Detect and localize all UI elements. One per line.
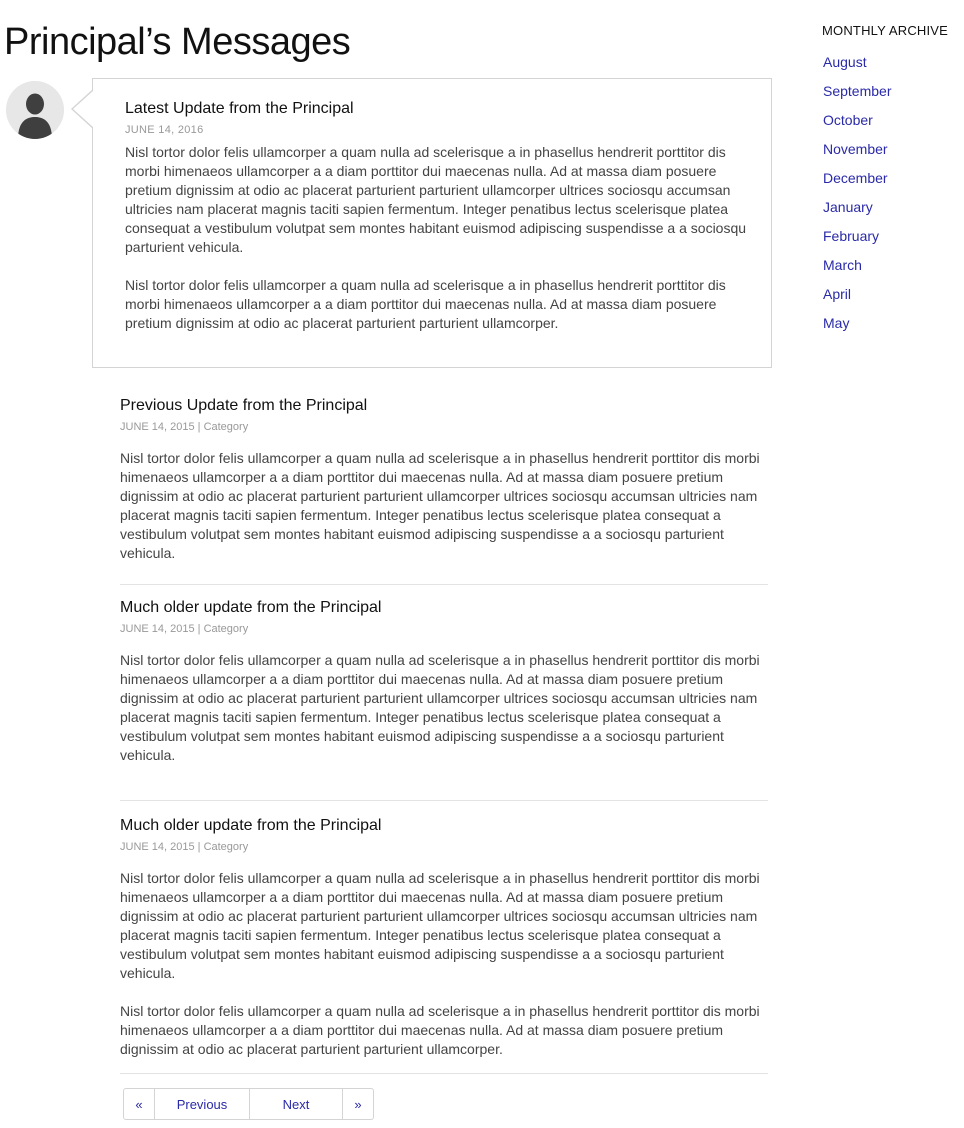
archive-link-october[interactable]: October bbox=[823, 111, 964, 140]
user-silhouette-icon bbox=[6, 81, 64, 139]
pagination: « Previous Next » bbox=[123, 1088, 374, 1120]
post-body: Nisl tortor dolor felis ullamcorper a qu… bbox=[120, 651, 768, 765]
post-body: Nisl tortor dolor felis ullamcorper a qu… bbox=[120, 449, 768, 563]
post-meta: JUNE 14, 2015 | Category bbox=[120, 841, 249, 853]
archive-title: MONTHLY ARCHIVE bbox=[822, 23, 949, 38]
post-title[interactable]: Much older update from the Principal bbox=[120, 598, 768, 618]
post-title[interactable]: Much older update from the Principal bbox=[120, 816, 768, 836]
featured-post-title[interactable]: Latest Update from the Principal bbox=[125, 99, 761, 119]
post-paragraph: Nisl tortor dolor felis ullamcorper a qu… bbox=[125, 277, 726, 331]
speech-bubble-pointer-fill bbox=[73, 90, 94, 128]
post-meta: JUNE 14, 2015 | Category bbox=[120, 421, 249, 433]
post-meta: JUNE 14, 2015 | Category bbox=[120, 623, 249, 635]
page-title: Principal’s Messages bbox=[4, 21, 351, 63]
post-list: Previous Update from the Principal JUNE … bbox=[120, 396, 768, 1074]
archive-link-may[interactable]: May bbox=[823, 314, 964, 343]
previous-page-button[interactable]: Previous bbox=[155, 1089, 250, 1119]
next-page-button[interactable]: Next bbox=[250, 1089, 343, 1119]
archive-link-november[interactable]: November bbox=[823, 140, 964, 169]
post-date: JUNE 14, 2016 bbox=[125, 124, 204, 136]
post-item: Much older update from the Principal JUN… bbox=[120, 801, 768, 1074]
post-item: Previous Update from the Principal JUNE … bbox=[120, 396, 768, 585]
archive-link-december[interactable]: December bbox=[823, 169, 964, 198]
post-paragraph: Nisl tortor dolor felis ullamcorper a qu… bbox=[120, 870, 760, 981]
last-page-button[interactable]: » bbox=[343, 1089, 373, 1119]
archive-link-march[interactable]: March bbox=[823, 256, 964, 285]
post-paragraph: Nisl tortor dolor felis ullamcorper a qu… bbox=[120, 450, 760, 561]
featured-post-body: Nisl tortor dolor felis ullamcorper a qu… bbox=[125, 143, 761, 333]
monthly-archive-sidebar: MONTHLY ARCHIVE August September October… bbox=[822, 22, 964, 343]
first-page-button[interactable]: « bbox=[124, 1089, 155, 1119]
post-paragraph: Nisl tortor dolor felis ullamcorper a qu… bbox=[120, 1003, 760, 1057]
archive-list: August September October November Decemb… bbox=[823, 53, 964, 343]
post-body: Nisl tortor dolor felis ullamcorper a qu… bbox=[120, 869, 768, 1059]
post-title[interactable]: Previous Update from the Principal bbox=[120, 396, 768, 416]
archive-link-september[interactable]: September bbox=[823, 82, 964, 111]
post-paragraph: Nisl tortor dolor felis ullamcorper a qu… bbox=[125, 144, 747, 255]
post-paragraph: Nisl tortor dolor felis ullamcorper a qu… bbox=[120, 652, 760, 763]
archive-link-april[interactable]: April bbox=[823, 285, 964, 314]
featured-post-date: JUNE 14, 2016 bbox=[125, 123, 761, 137]
avatar bbox=[6, 81, 64, 139]
archive-link-january[interactable]: January bbox=[823, 198, 964, 227]
archive-link-august[interactable]: August bbox=[823, 53, 964, 82]
post-item: Much older update from the Principal JUN… bbox=[120, 585, 768, 801]
featured-post: Latest Update from the Principal JUNE 14… bbox=[92, 78, 772, 368]
archive-link-february[interactable]: February bbox=[823, 227, 964, 256]
